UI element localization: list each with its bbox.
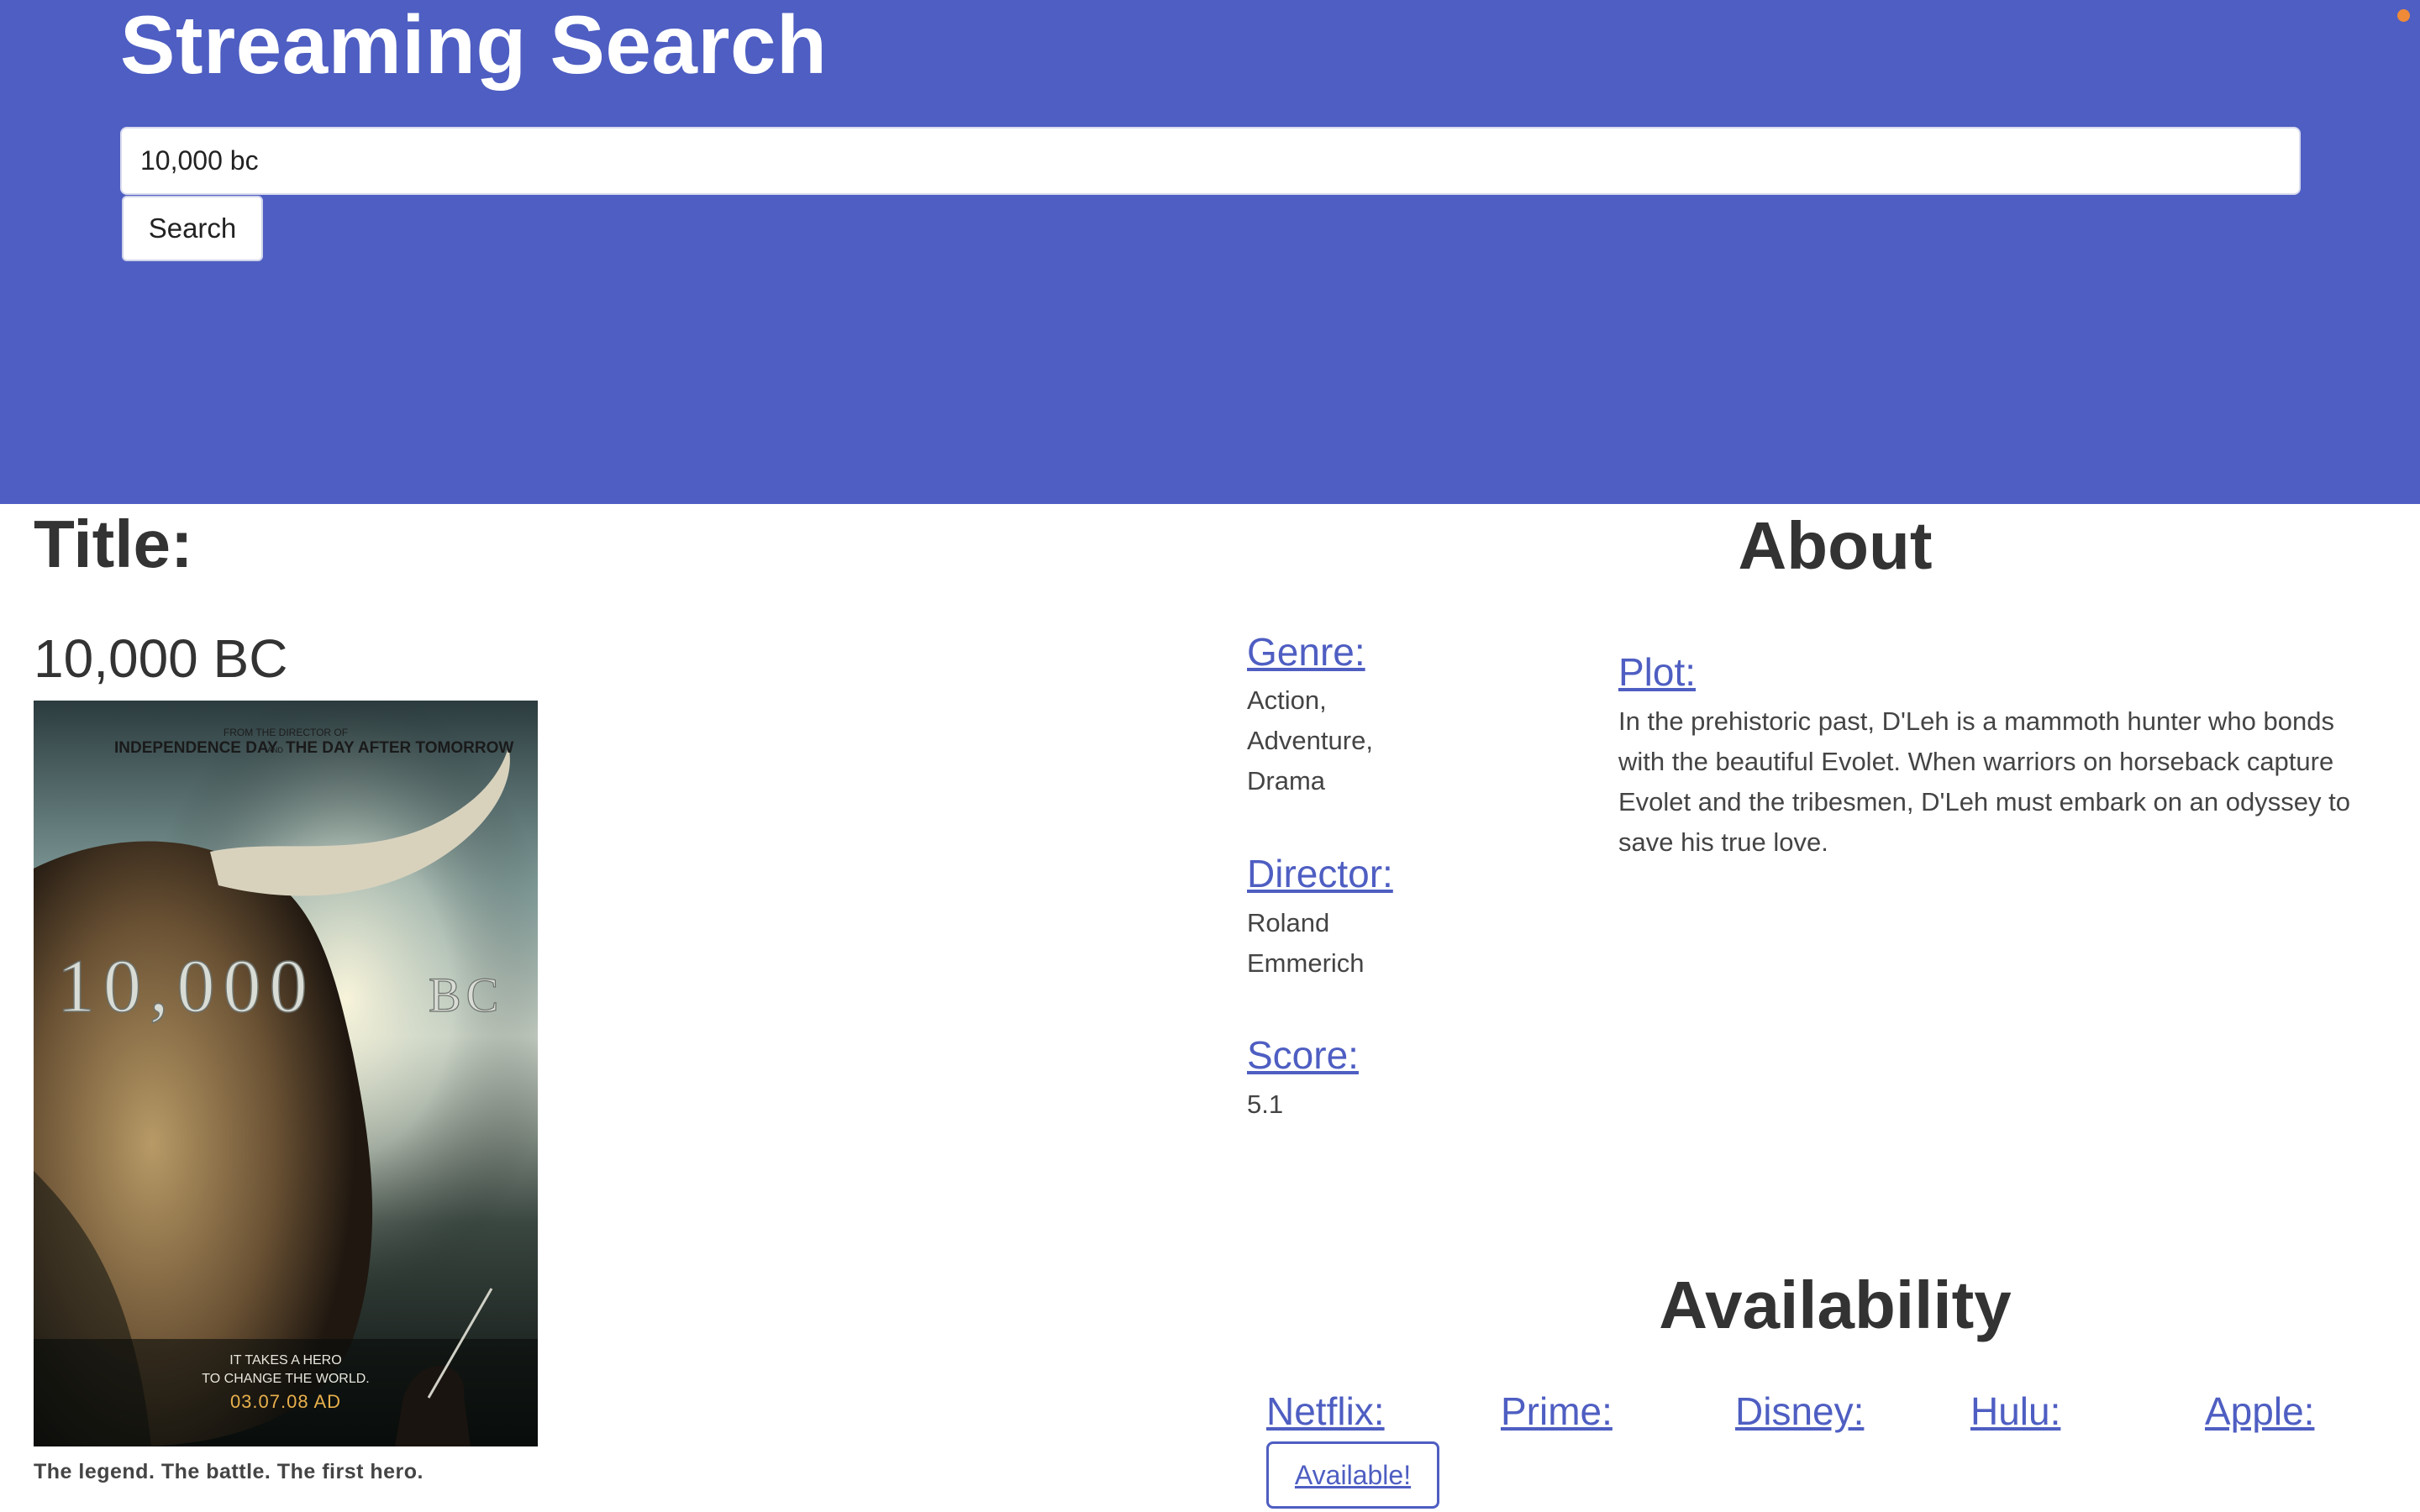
movie-title: 10,000 BC xyxy=(34,628,288,689)
service-hulu-label[interactable]: Hulu: xyxy=(1970,1388,2060,1435)
genre-value-1: Action, xyxy=(1247,685,1327,715)
genre-value-2: Adventure, xyxy=(1247,726,1373,755)
plot-label[interactable]: Plot: xyxy=(1618,648,1696,696)
poster-logo-number: 10,000 xyxy=(57,945,316,1028)
service-apple-label[interactable]: Apple: xyxy=(2205,1388,2314,1435)
plot-line-3: Evolet and the tribesmen, D'Leh must emb… xyxy=(1618,787,2350,816)
poster-credit-and: AND xyxy=(267,746,284,754)
movie-poster: FROM THE DIRECTOR OF INDEPENDENCE DAY AN… xyxy=(34,701,538,1446)
search-input[interactable] xyxy=(120,127,2301,195)
plot-line-1: In the prehistoric past, D'Leh is a mamm… xyxy=(1618,706,2334,736)
director-value-2: Emmerich xyxy=(1247,948,1365,978)
director-label[interactable]: Director: xyxy=(1247,850,1393,897)
header-banner: Streaming Search Search xyxy=(0,0,2420,504)
availability-heading: Availability xyxy=(1659,1268,2012,1342)
about-heading: About xyxy=(1738,508,1933,583)
score-value: 5.1 xyxy=(1247,1089,1284,1119)
poster-credit-2: THE DAY AFTER TOMORROW xyxy=(286,739,513,757)
genre-label[interactable]: Genre: xyxy=(1247,628,1365,675)
poster-credit-small: FROM THE DIRECTOR OF xyxy=(224,727,348,738)
poster-date: 03.07.08 AD xyxy=(230,1391,341,1412)
poster-credit-1: INDEPENDENCE DAY xyxy=(114,739,278,757)
poster-art: FROM THE DIRECTOR OF INDEPENDENCE DAY AN… xyxy=(34,701,538,1446)
genre-value-3: Drama xyxy=(1247,766,1326,795)
service-disney-label[interactable]: Disney: xyxy=(1735,1388,1864,1435)
title-heading: Title: xyxy=(34,507,193,581)
movie-tagline: The legend. The battle. The first hero. xyxy=(34,1460,424,1483)
status-dot-icon xyxy=(2397,9,2410,22)
poster-tag-1: IT TAKES A HERO xyxy=(229,1353,341,1368)
plot-line-4: save his true love. xyxy=(1618,827,1828,857)
netflix-available-button[interactable]: Available! xyxy=(1266,1441,1439,1509)
service-prime-label[interactable]: Prime: xyxy=(1501,1388,1612,1435)
search-button[interactable]: Search xyxy=(122,196,263,261)
plot-line-2: with the beautiful Evolet. When warriors… xyxy=(1618,747,2334,776)
poster-tag-2: TO CHANGE THE WORLD. xyxy=(202,1372,369,1386)
poster-logo-suffix: BC xyxy=(429,968,503,1022)
director-value-1: Roland xyxy=(1247,908,1330,937)
app-title: Streaming Search xyxy=(120,0,828,91)
score-label[interactable]: Score: xyxy=(1247,1032,1359,1079)
service-netflix-label[interactable]: Netflix: xyxy=(1266,1388,1385,1435)
